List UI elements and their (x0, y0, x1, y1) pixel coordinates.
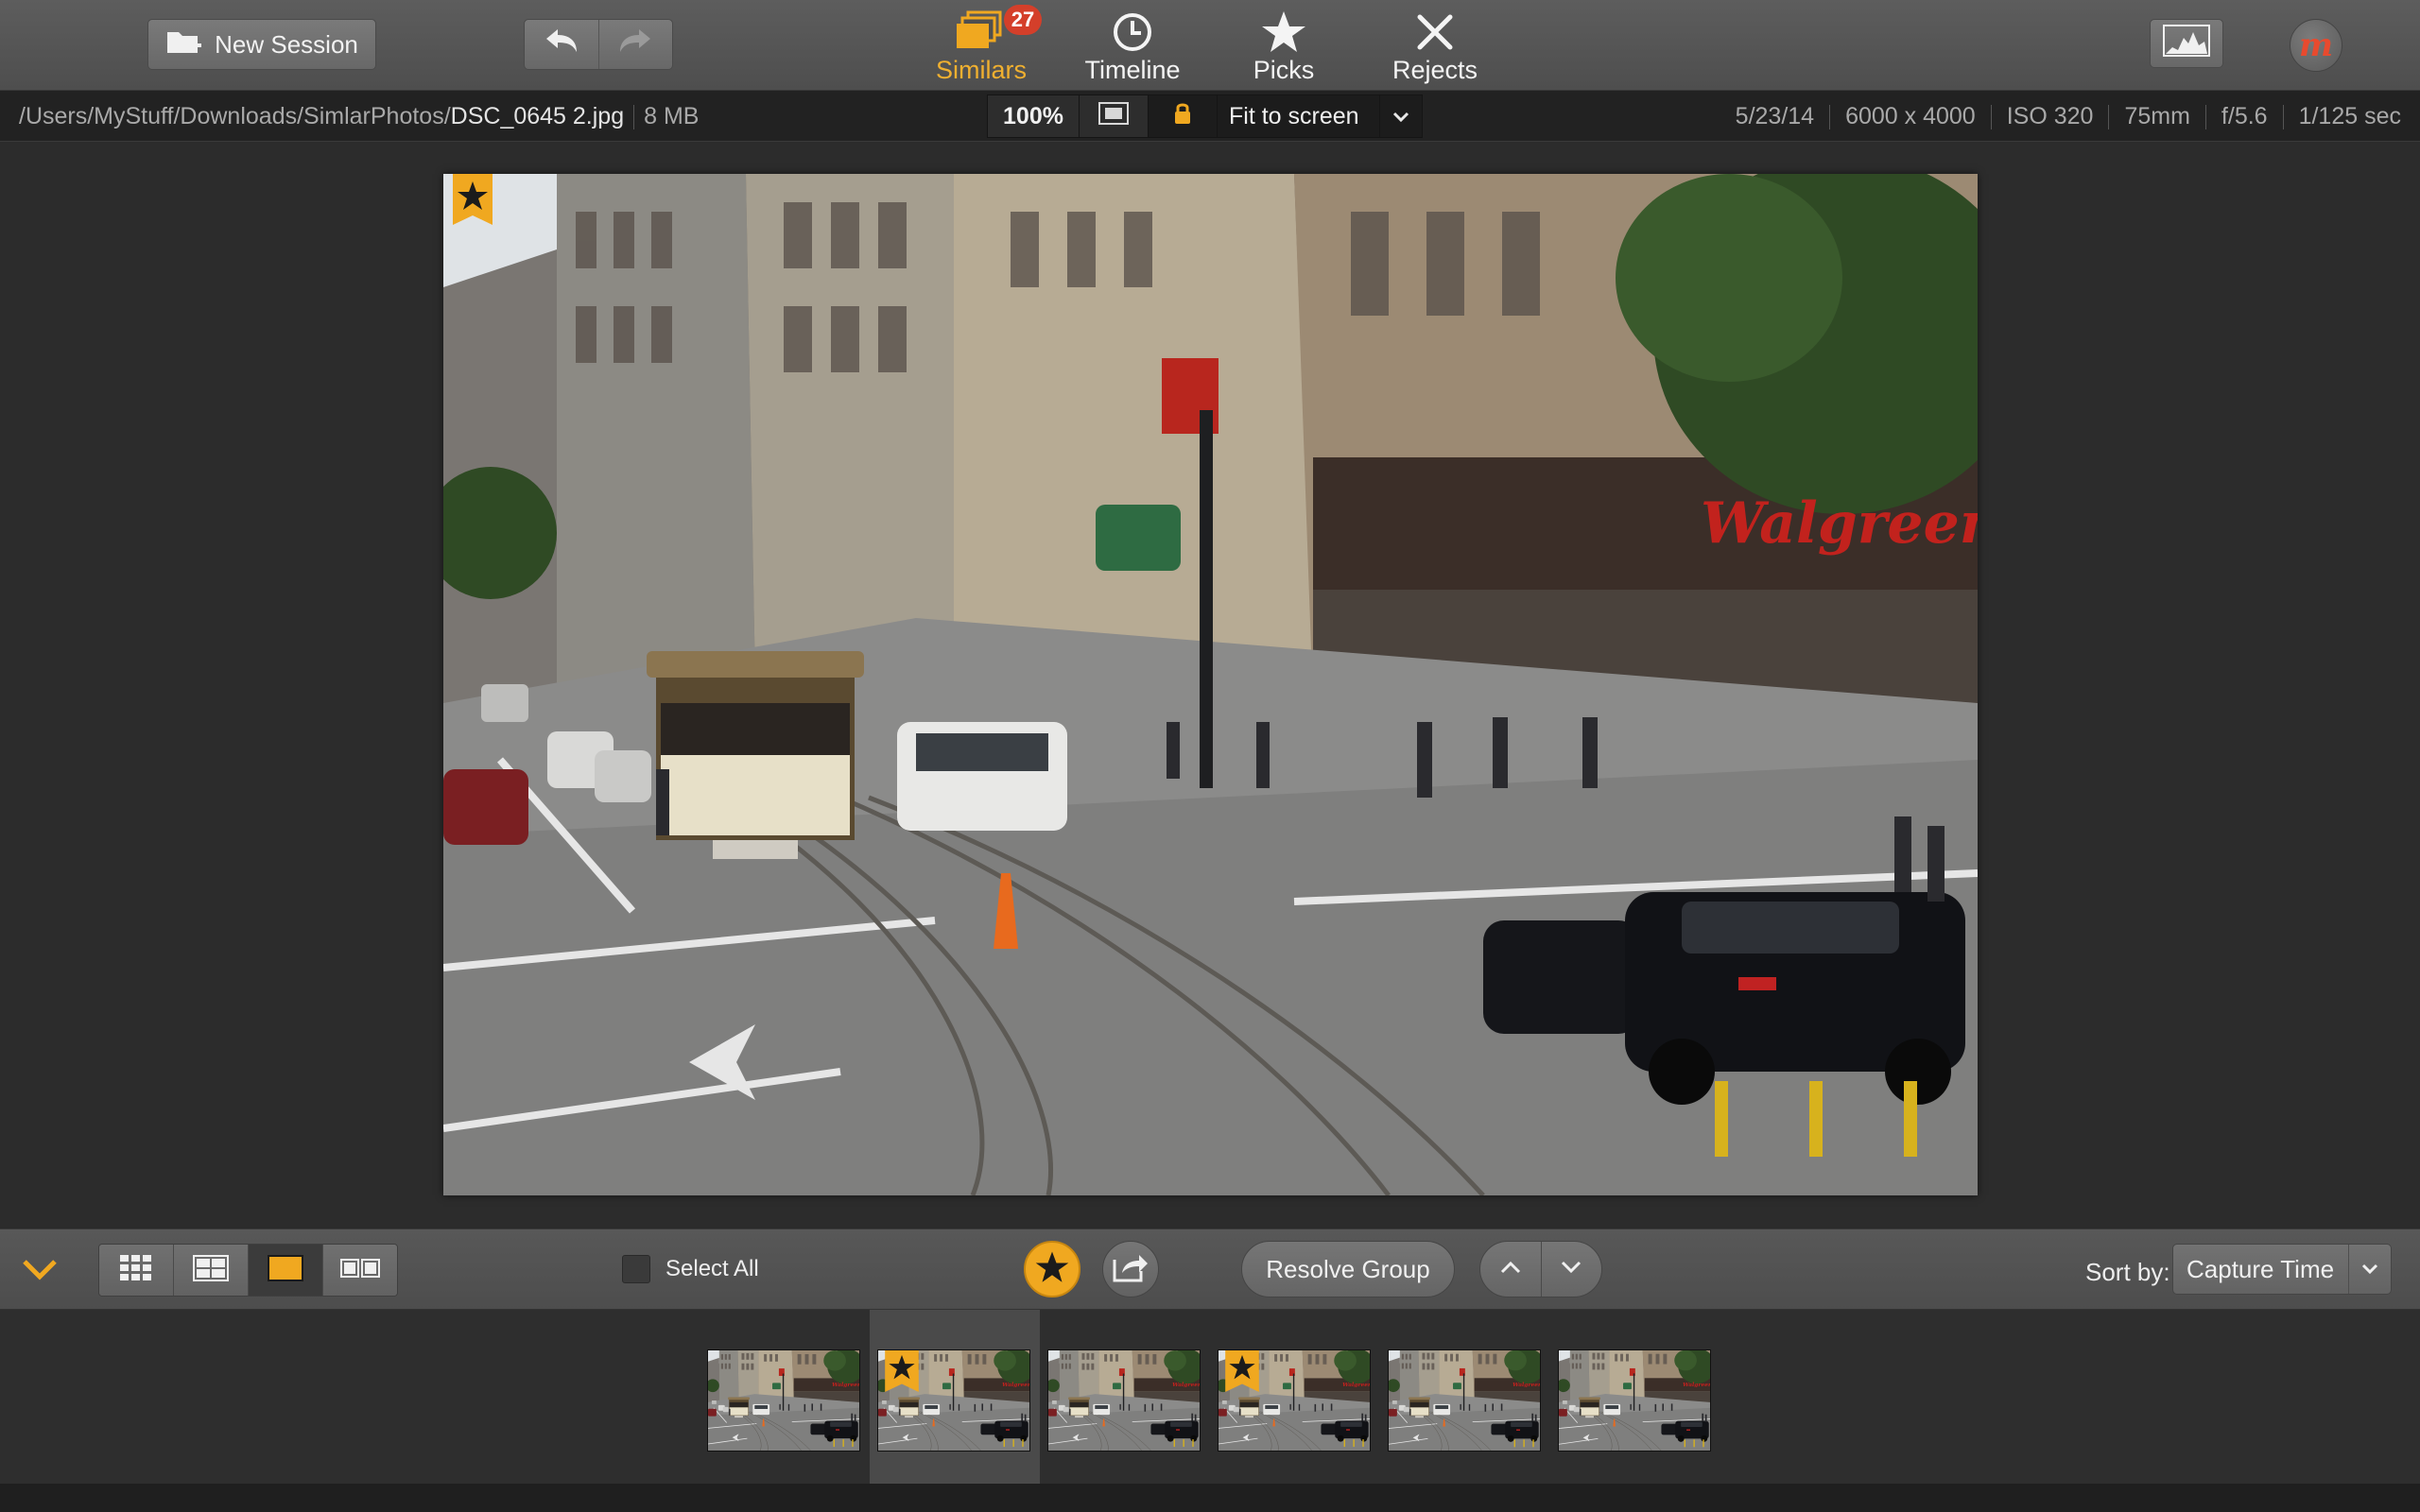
histogram-icon (2163, 24, 2210, 63)
select-all[interactable]: Select All (622, 1255, 759, 1283)
single-view-button[interactable] (249, 1245, 323, 1296)
pick-flag-icon (1224, 1349, 1260, 1392)
mode-picks[interactable]: Picks (1218, 6, 1350, 85)
x-icon (1414, 9, 1456, 56)
grid-view-button[interactable] (99, 1245, 174, 1296)
fit-frame-icon (1098, 101, 1129, 131)
previous-group-button[interactable] (1480, 1242, 1541, 1297)
star-icon (1034, 1250, 1070, 1289)
pick-button[interactable] (1024, 1241, 1080, 1297)
quad-view-button[interactable] (174, 1245, 249, 1296)
thumbnail[interactable] (707, 1349, 860, 1452)
undo-redo-group (524, 19, 673, 70)
mode-label: Rejects (1392, 56, 1478, 84)
similars-count-badge: 27 (1004, 5, 1042, 35)
app-logo[interactable]: m (2290, 19, 2342, 72)
mode-timeline[interactable]: Timeline (1066, 6, 1199, 85)
focal-length: 75mm (2124, 103, 2190, 129)
capture-date: 5/23/14 (1735, 103, 1815, 129)
folder-plus-icon (165, 26, 203, 63)
select-all-checkbox[interactable] (622, 1255, 650, 1283)
iso: ISO 320 (2006, 103, 2094, 129)
new-session-label: New Session (215, 29, 358, 59)
zoom-control: 100% Fit to screen (987, 94, 1423, 138)
zoom-mode-value: Fit to screen (1229, 102, 1359, 129)
clock-icon (1112, 9, 1153, 56)
fit-button[interactable] (1080, 95, 1149, 137)
new-session-button[interactable]: New Session (147, 19, 376, 70)
single-frame-icon (268, 1254, 303, 1286)
info-bar: /Users/MyStuff/Downloads/SimlarPhotos/DS… (0, 91, 2420, 142)
exif-metadata: 5/23/14 6000 x 4000 ISO 320 75mm f/5.6 1… (1720, 103, 2401, 130)
group-navigation (1479, 1241, 1602, 1297)
thumbnail[interactable] (1558, 1349, 1711, 1452)
zoom-mode-dropdown[interactable] (1380, 95, 1422, 137)
mode-label: Timeline (1084, 56, 1181, 84)
thumbnail[interactable] (1388, 1349, 1541, 1452)
compare-icon (340, 1257, 380, 1284)
file-name: DSC_0645 2.jpg (450, 103, 625, 129)
share-icon (1113, 1252, 1149, 1287)
shutter-speed: 1/125 sec (2298, 103, 2401, 129)
path-directory: /Users/MyStuff/Downloads/SimlarPhotos/ (19, 103, 451, 129)
zoom-mode-select[interactable]: Fit to screen (1218, 95, 1380, 137)
status-footer (0, 1484, 2420, 1512)
file-path: /Users/MyStuff/Downloads/SimlarPhotos/DS… (19, 103, 699, 130)
redo-arrow-icon (616, 27, 654, 62)
chevron-down-icon (19, 1260, 60, 1292)
select-all-label: Select All (666, 1256, 759, 1281)
chevron-down-icon[interactable] (2348, 1245, 2391, 1294)
resolve-group-button[interactable]: Resolve Group (1241, 1241, 1455, 1297)
thumbnail[interactable] (877, 1349, 1030, 1452)
filmstrip (0, 1310, 2420, 1484)
thumbnail[interactable] (1218, 1349, 1371, 1452)
mode-label: Picks (1253, 56, 1315, 84)
file-size: 8 MB (644, 103, 700, 129)
resolve-group-label: Resolve Group (1266, 1254, 1430, 1283)
top-toolbar: New Session 27 Similars Timeline Picks R… (0, 0, 2420, 91)
grid-icon (119, 1254, 153, 1287)
next-group-button[interactable] (1540, 1242, 1602, 1297)
sort-value: Capture Time (2187, 1254, 2335, 1283)
zoom-100-button[interactable]: 100% (988, 95, 1080, 137)
dimensions: 6000 x 4000 (1845, 103, 1976, 129)
zoom-lock-button[interactable] (1149, 95, 1218, 137)
collapse-filmstrip-button[interactable] (19, 1250, 60, 1288)
main-photo[interactable] (443, 174, 1978, 1195)
chevron-down-icon (1560, 1260, 1582, 1280)
divider (633, 105, 635, 130)
aperture: f/5.6 (2221, 103, 2268, 129)
histogram-button[interactable] (2150, 19, 2223, 68)
mode-similars[interactable]: 27 Similars (915, 5, 1047, 85)
share-button[interactable] (1102, 1241, 1159, 1297)
mode-rejects[interactable]: Rejects (1369, 6, 1501, 85)
mode-label: Similars (935, 56, 1027, 84)
lock-icon (1173, 101, 1192, 132)
sort-by-label: Sort by: (2085, 1258, 2170, 1286)
undo-arrow-icon (543, 27, 580, 62)
bottom-toolbar: Select All Resolve Group Sort by: Captur… (0, 1228, 2420, 1310)
view-mode-switcher (98, 1244, 398, 1297)
zoom-level: 100% (1003, 102, 1063, 129)
logo-letter: m (2299, 26, 2333, 64)
similars-stack-icon: 27 (955, 5, 1042, 56)
compare-view-button[interactable] (323, 1245, 397, 1296)
chevron-down-icon (1392, 103, 1410, 130)
thumbnail[interactable] (1047, 1349, 1201, 1452)
pick-flag-icon (453, 174, 493, 225)
sort-select[interactable]: Capture Time (2172, 1244, 2392, 1295)
undo-button[interactable] (525, 20, 598, 69)
chevron-up-icon (1499, 1260, 1522, 1280)
star-icon (1260, 9, 1307, 56)
redo-button[interactable] (597, 20, 673, 69)
quad-icon (193, 1254, 229, 1286)
pick-flag-icon (884, 1349, 920, 1392)
